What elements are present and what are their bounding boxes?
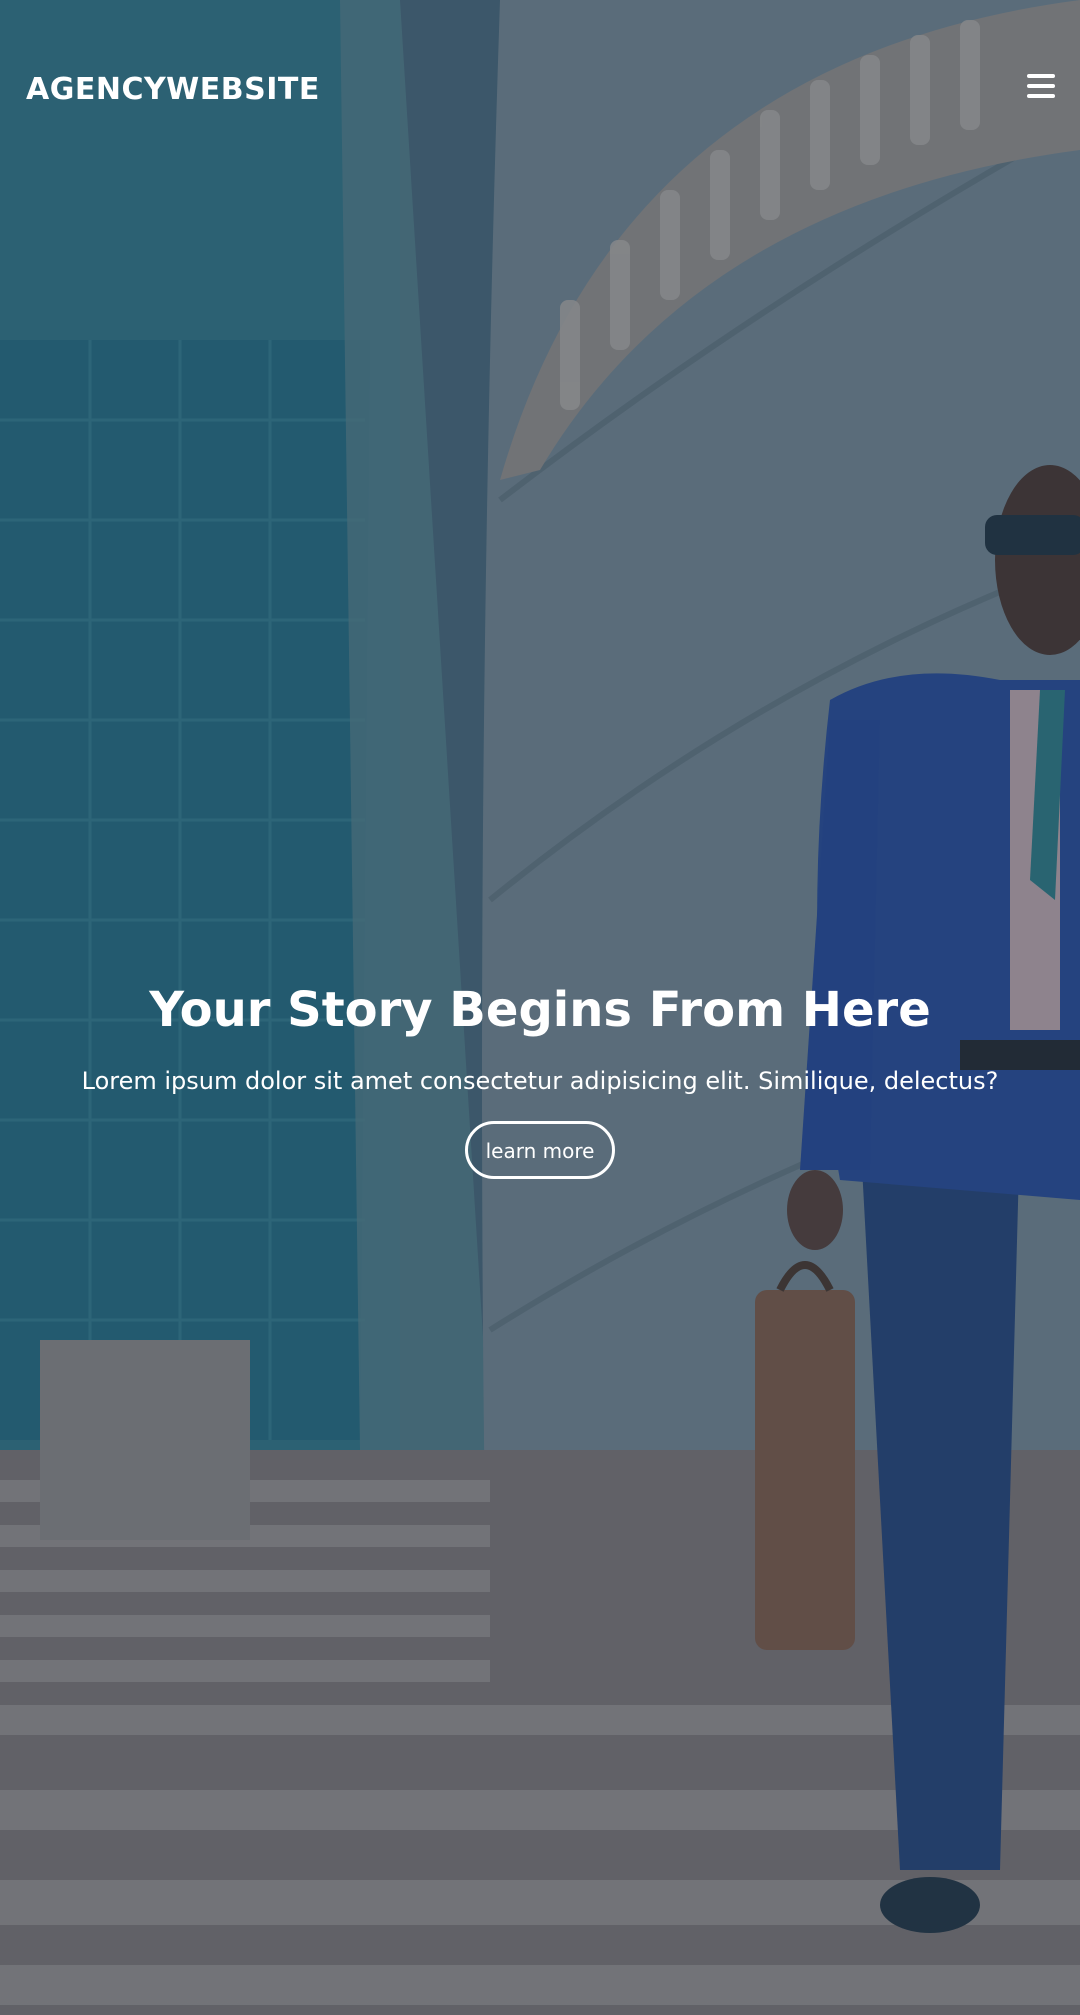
menu-bar-middle [1027,84,1055,88]
hero-section: Your Story Begins From Here Lorem ipsum … [0,975,1080,1179]
site-header: AGENCYWEBSITE [0,0,1080,180]
learn-more-button[interactable]: learn more [465,1121,615,1179]
hero-subtitle: Lorem ipsum dolor sit amet consectetur a… [81,1067,999,1095]
menu-bar-bottom [1027,94,1055,98]
brand-logo[interactable]: AGENCYWEBSITE [26,72,320,107]
menu-bar-top [1027,74,1055,78]
hero-title: Your Story Begins From Here [149,982,931,1038]
hamburger-menu-icon[interactable] [1024,74,1058,104]
